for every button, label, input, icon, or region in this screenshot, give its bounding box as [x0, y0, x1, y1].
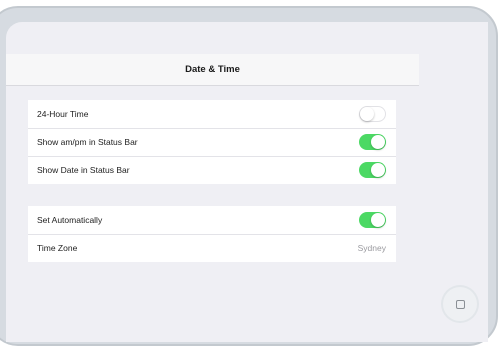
- toggle-24-hour-time[interactable]: [359, 106, 386, 122]
- ipad-device-frame: Date & Time 24-Hour Time Show am/pm in S…: [0, 6, 498, 346]
- row-label: 24-Hour Time: [37, 109, 89, 119]
- screen: Date & Time 24-Hour Time Show am/pm in S…: [6, 22, 488, 342]
- toggle-knob: [371, 135, 385, 149]
- settings-group-display: 24-Hour Time Show am/pm in Status Bar Sh…: [28, 100, 396, 184]
- row-label: Show Date in Status Bar: [37, 165, 130, 175]
- home-square-icon: [455, 299, 465, 309]
- row-label: Show am/pm in Status Bar: [37, 137, 138, 147]
- row-show-ampm[interactable]: Show am/pm in Status Bar: [28, 128, 396, 156]
- row-show-date[interactable]: Show Date in Status Bar: [28, 156, 396, 184]
- toggle-set-automatically[interactable]: [359, 212, 386, 228]
- toggle-knob: [360, 107, 374, 121]
- row-set-automatically[interactable]: Set Automatically: [28, 206, 396, 234]
- toggle-show-date[interactable]: [359, 162, 386, 178]
- row-time-zone[interactable]: Time Zone Sydney: [28, 234, 396, 262]
- time-zone-value: Sydney: [357, 243, 386, 253]
- row-label: Set Automatically: [37, 215, 103, 225]
- settings-group-time: Set Automatically Time Zone Sydney: [28, 206, 396, 262]
- toggle-knob: [371, 213, 385, 227]
- row-24-hour-time[interactable]: 24-Hour Time: [28, 100, 396, 128]
- navigation-bar: Date & Time: [6, 54, 419, 86]
- row-label: Time Zone: [37, 243, 78, 253]
- toggle-show-ampm[interactable]: [359, 134, 386, 150]
- toggle-knob: [371, 163, 385, 177]
- page-title: Date & Time: [185, 64, 240, 75]
- home-button-icon[interactable]: [443, 287, 477, 321]
